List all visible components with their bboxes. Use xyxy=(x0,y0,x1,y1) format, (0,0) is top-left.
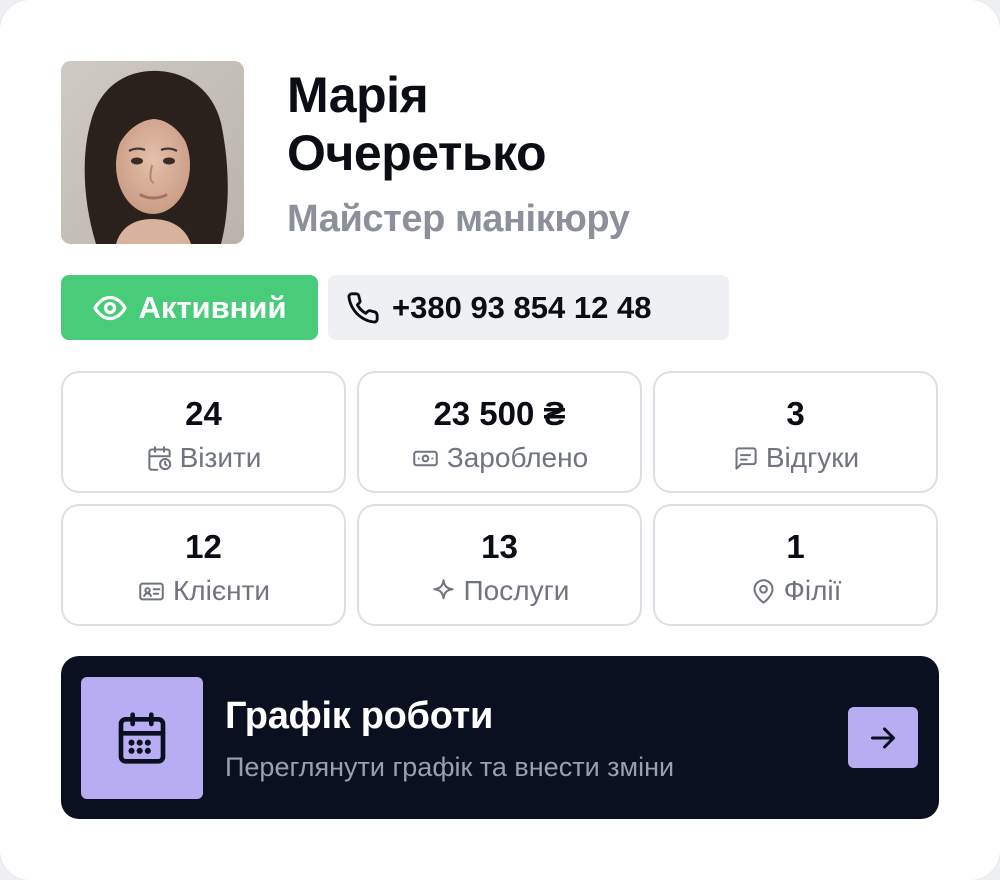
schedule-card[interactable]: Графік роботи Переглянути графік та внес… xyxy=(61,656,939,819)
avatar xyxy=(61,61,244,244)
stat-label: Філії xyxy=(783,575,842,606)
staff-name: Марія Очеретько xyxy=(287,66,547,182)
stat-label: Візити xyxy=(179,442,262,473)
staff-last-name: Очеретько xyxy=(287,125,547,181)
stat-value: 12 xyxy=(185,528,222,565)
id-card-icon xyxy=(137,578,166,605)
map-pin-icon xyxy=(750,578,777,605)
stat-clients[interactable]: 12 Клієнти xyxy=(61,504,346,626)
message-icon xyxy=(732,445,759,472)
stats-grid: 24 Візити 23 500 ₴ Зароблено 3 Відгуки 1… xyxy=(61,371,939,626)
sparkle-icon xyxy=(430,578,457,605)
staff-role: Майстер манікюру xyxy=(287,198,630,240)
stat-label: Послуги xyxy=(463,575,570,606)
phone-icon xyxy=(346,291,380,325)
stat-earned[interactable]: 23 500 ₴ Зароблено xyxy=(357,371,642,493)
status-label: Активний xyxy=(138,289,287,325)
stat-value: 13 xyxy=(481,528,518,565)
schedule-open-button[interactable] xyxy=(848,707,918,768)
schedule-subtitle: Переглянути графік та внести зміни xyxy=(225,752,675,782)
schedule-icon-box xyxy=(81,677,203,799)
stat-value: 3 xyxy=(786,395,805,432)
stat-branches[interactable]: 1 Філії xyxy=(653,504,938,626)
stat-visits[interactable]: 24 Візити xyxy=(61,371,346,493)
staff-profile-card: Марія Очеретько Майстер манікюру Активни… xyxy=(0,0,1000,880)
schedule-title: Графік роботи xyxy=(225,695,494,737)
calendar-icon xyxy=(114,710,170,766)
banknote-icon xyxy=(411,445,440,472)
stat-label: Зароблено xyxy=(446,442,589,473)
stat-reviews[interactable]: 3 Відгуки xyxy=(653,371,938,493)
stat-label: Клієнти xyxy=(172,575,271,606)
arrow-right-icon xyxy=(865,720,901,756)
staff-first-name: Марія xyxy=(287,67,429,123)
phone-number: +380 93 854 12 48 xyxy=(392,289,652,325)
stat-value: 23 500 ₴ xyxy=(433,395,566,432)
calendar-clock-icon xyxy=(146,445,173,472)
stat-value: 24 xyxy=(185,395,222,432)
stat-label: Відгуки xyxy=(765,442,860,473)
eye-icon xyxy=(92,290,128,326)
profile-photo xyxy=(61,61,244,244)
phone-chip[interactable]: +380 93 854 12 48 xyxy=(328,275,729,340)
stat-services[interactable]: 13 Послуги xyxy=(357,504,642,626)
status-badge[interactable]: Активний xyxy=(61,275,318,340)
stat-value: 1 xyxy=(786,528,805,565)
